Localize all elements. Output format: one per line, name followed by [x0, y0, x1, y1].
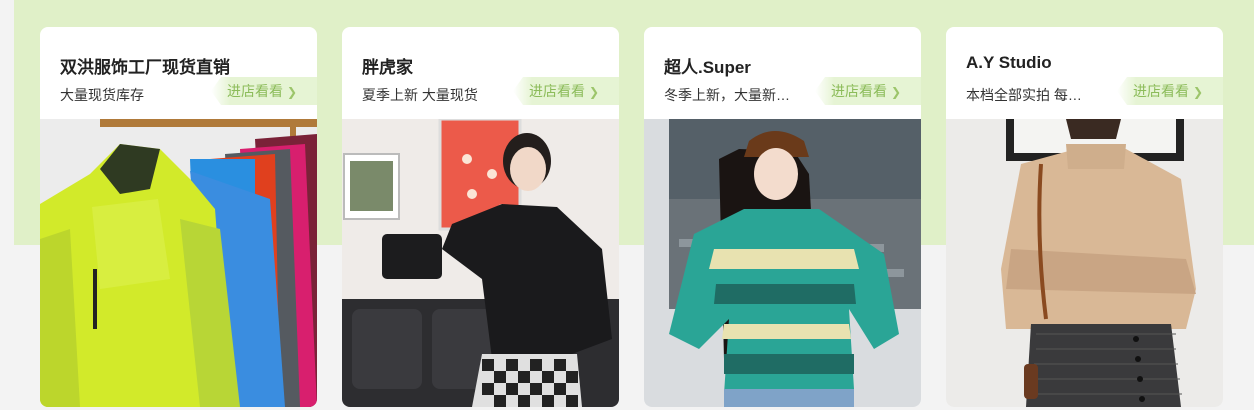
woman-teal-sweater-photo[interactable]: [644, 119, 921, 407]
shop-card[interactable]: 超人.Super 冬季上新，大量新… 进店看看 ❯: [644, 27, 921, 407]
chevron-right-icon: ❯: [891, 85, 902, 99]
shop-description: 大量现货库存: [60, 87, 144, 103]
chevron-right-icon: ❯: [287, 85, 298, 99]
shop-description: 冬季上新，大量新…: [664, 87, 790, 103]
enter-shop-label: 进店看看: [1133, 83, 1189, 99]
shop-name[interactable]: 超人.Super: [664, 53, 751, 78]
enter-shop-label: 进店看看: [831, 83, 887, 99]
shop-description: 本档全部实拍 每…: [966, 87, 1082, 103]
shop-description: 夏季上新 大量现货: [362, 87, 478, 103]
shop-card[interactable]: 双洪服饰工厂现货直销 大量现货库存 进店看看 ❯: [40, 27, 317, 407]
shop-card-list: 双洪服饰工厂现货直销 大量现货库存 进店看看 ❯ 胖虎家 夏季上新 大量现货 进…: [40, 27, 1223, 407]
shop-card[interactable]: A.Y Studio 本档全部实拍 每… 进店看看 ❯: [946, 27, 1223, 407]
enter-shop-button[interactable]: 进店看看 ❯: [211, 77, 317, 105]
enter-shop-button[interactable]: 进店看看 ❯: [815, 77, 921, 105]
shop-card-header: 胖虎家 夏季上新 大量现货 进店看看 ❯: [342, 27, 619, 119]
enter-shop-label: 进店看看: [227, 83, 283, 99]
shop-card-header: 双洪服饰工厂现货直销 大量现货库存 进店看看 ❯: [40, 27, 317, 119]
shop-card-header: 超人.Super 冬季上新，大量新… 进店看看 ❯: [644, 27, 921, 119]
shop-name[interactable]: 双洪服饰工厂现货直销: [60, 53, 230, 78]
shop-card[interactable]: 胖虎家 夏季上新 大量现货 进店看看 ❯: [342, 27, 619, 407]
enter-shop-button[interactable]: 进店看看 ❯: [513, 77, 619, 105]
woman-black-top-photo[interactable]: [342, 119, 619, 407]
shop-name[interactable]: A.Y Studio: [966, 53, 1052, 73]
enter-shop-button[interactable]: 进店看看 ❯: [1117, 77, 1223, 105]
chevron-right-icon: ❯: [589, 85, 600, 99]
jackets-on-rack-photo[interactable]: [40, 119, 317, 407]
shop-card-header: A.Y Studio 本档全部实拍 每… 进店看看 ❯: [946, 27, 1223, 119]
woman-beige-turtleneck-photo[interactable]: [946, 119, 1223, 407]
chevron-right-icon: ❯: [1193, 85, 1204, 99]
shop-name[interactable]: 胖虎家: [362, 53, 413, 78]
enter-shop-label: 进店看看: [529, 83, 585, 99]
